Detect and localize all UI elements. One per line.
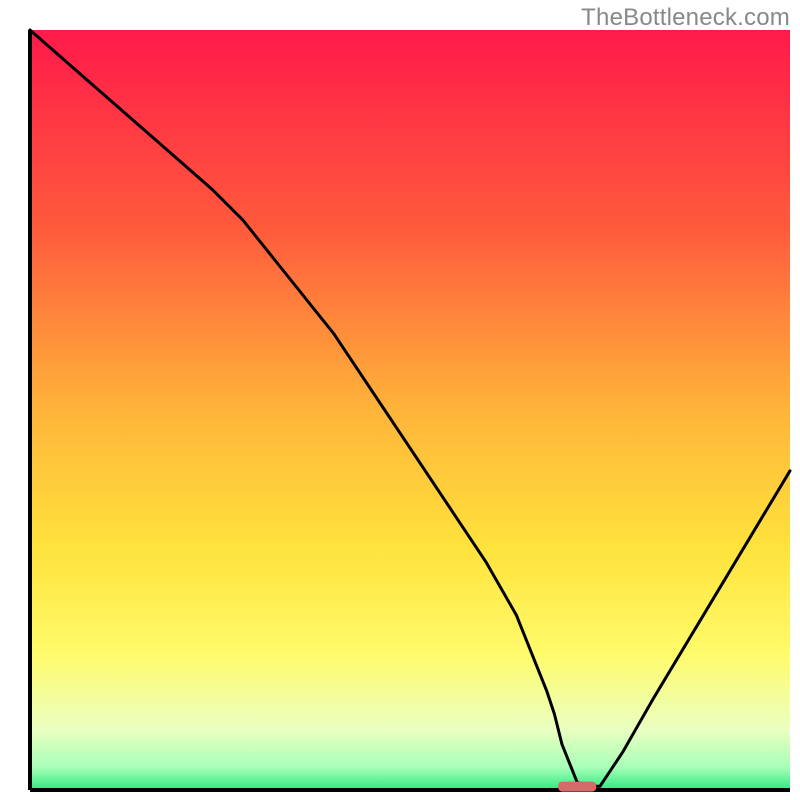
plot-background: [30, 30, 790, 790]
chart-wrapper: TheBottleneck.com: [0, 0, 800, 800]
bottleneck-chart: [0, 0, 800, 800]
valley-marker: [558, 782, 596, 792]
watermark-text: TheBottleneck.com: [581, 4, 790, 32]
